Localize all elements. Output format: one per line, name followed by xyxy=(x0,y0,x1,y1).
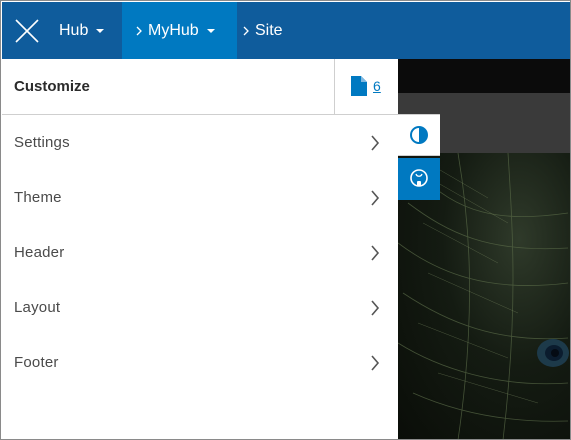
caret-down-icon xyxy=(206,29,215,33)
close-button[interactable] xyxy=(2,2,52,59)
chevron-right-icon xyxy=(371,245,380,261)
customize-menu: Settings Theme Header Layout Footer xyxy=(2,115,398,390)
menu-item-label: Header xyxy=(14,244,65,261)
breadcrumb-hub[interactable]: Hub xyxy=(52,2,122,59)
paint-brush-icon xyxy=(410,169,428,187)
chevron-right-icon xyxy=(371,300,380,316)
menu-item-label: Settings xyxy=(14,134,70,151)
breadcrumb-myhub[interactable]: MyHub xyxy=(122,2,237,59)
chevron-right-icon xyxy=(371,190,380,206)
chevron-right-icon xyxy=(371,355,380,371)
menu-item-theme[interactable]: Theme xyxy=(2,170,398,225)
menu-item-footer[interactable]: Footer xyxy=(2,335,398,390)
paint-brush-button[interactable] xyxy=(398,158,440,200)
contrast-button[interactable] xyxy=(398,114,440,156)
document-icon xyxy=(351,76,367,96)
caret-down-icon xyxy=(96,29,105,33)
breadcrumb-site[interactable]: Site xyxy=(237,2,317,59)
menu-item-header[interactable]: Header xyxy=(2,225,398,280)
menu-item-settings[interactable]: Settings xyxy=(2,115,398,170)
close-icon xyxy=(15,18,39,43)
documents-link[interactable]: 6 xyxy=(351,76,381,96)
panel-header: Customize 6 xyxy=(2,59,398,115)
document-count: 6 xyxy=(373,78,381,94)
breadcrumb-myhub-label: MyHub xyxy=(148,21,199,39)
app-frame: Hub MyHub Site Customize 6 Settings Them… xyxy=(0,0,571,440)
chevron-right-icon xyxy=(136,26,142,36)
menu-item-label: Theme xyxy=(14,189,62,206)
breadcrumb-hub-label: Hub xyxy=(59,21,89,39)
header-divider xyxy=(334,59,335,115)
menu-item-label: Footer xyxy=(14,354,59,371)
menu-item-label: Layout xyxy=(14,299,61,316)
menu-item-layout[interactable]: Layout xyxy=(2,280,398,335)
panel-title: Customize xyxy=(14,78,90,95)
breadcrumb-site-label: Site xyxy=(255,21,283,39)
customize-panel: Customize 6 Settings Theme Header Layout… xyxy=(2,59,398,439)
preview-header-band xyxy=(398,59,570,93)
chevron-right-icon xyxy=(371,135,380,151)
chevron-right-icon xyxy=(243,26,249,36)
top-bar: Hub MyHub Site xyxy=(2,2,570,59)
contrast-icon xyxy=(410,126,428,144)
